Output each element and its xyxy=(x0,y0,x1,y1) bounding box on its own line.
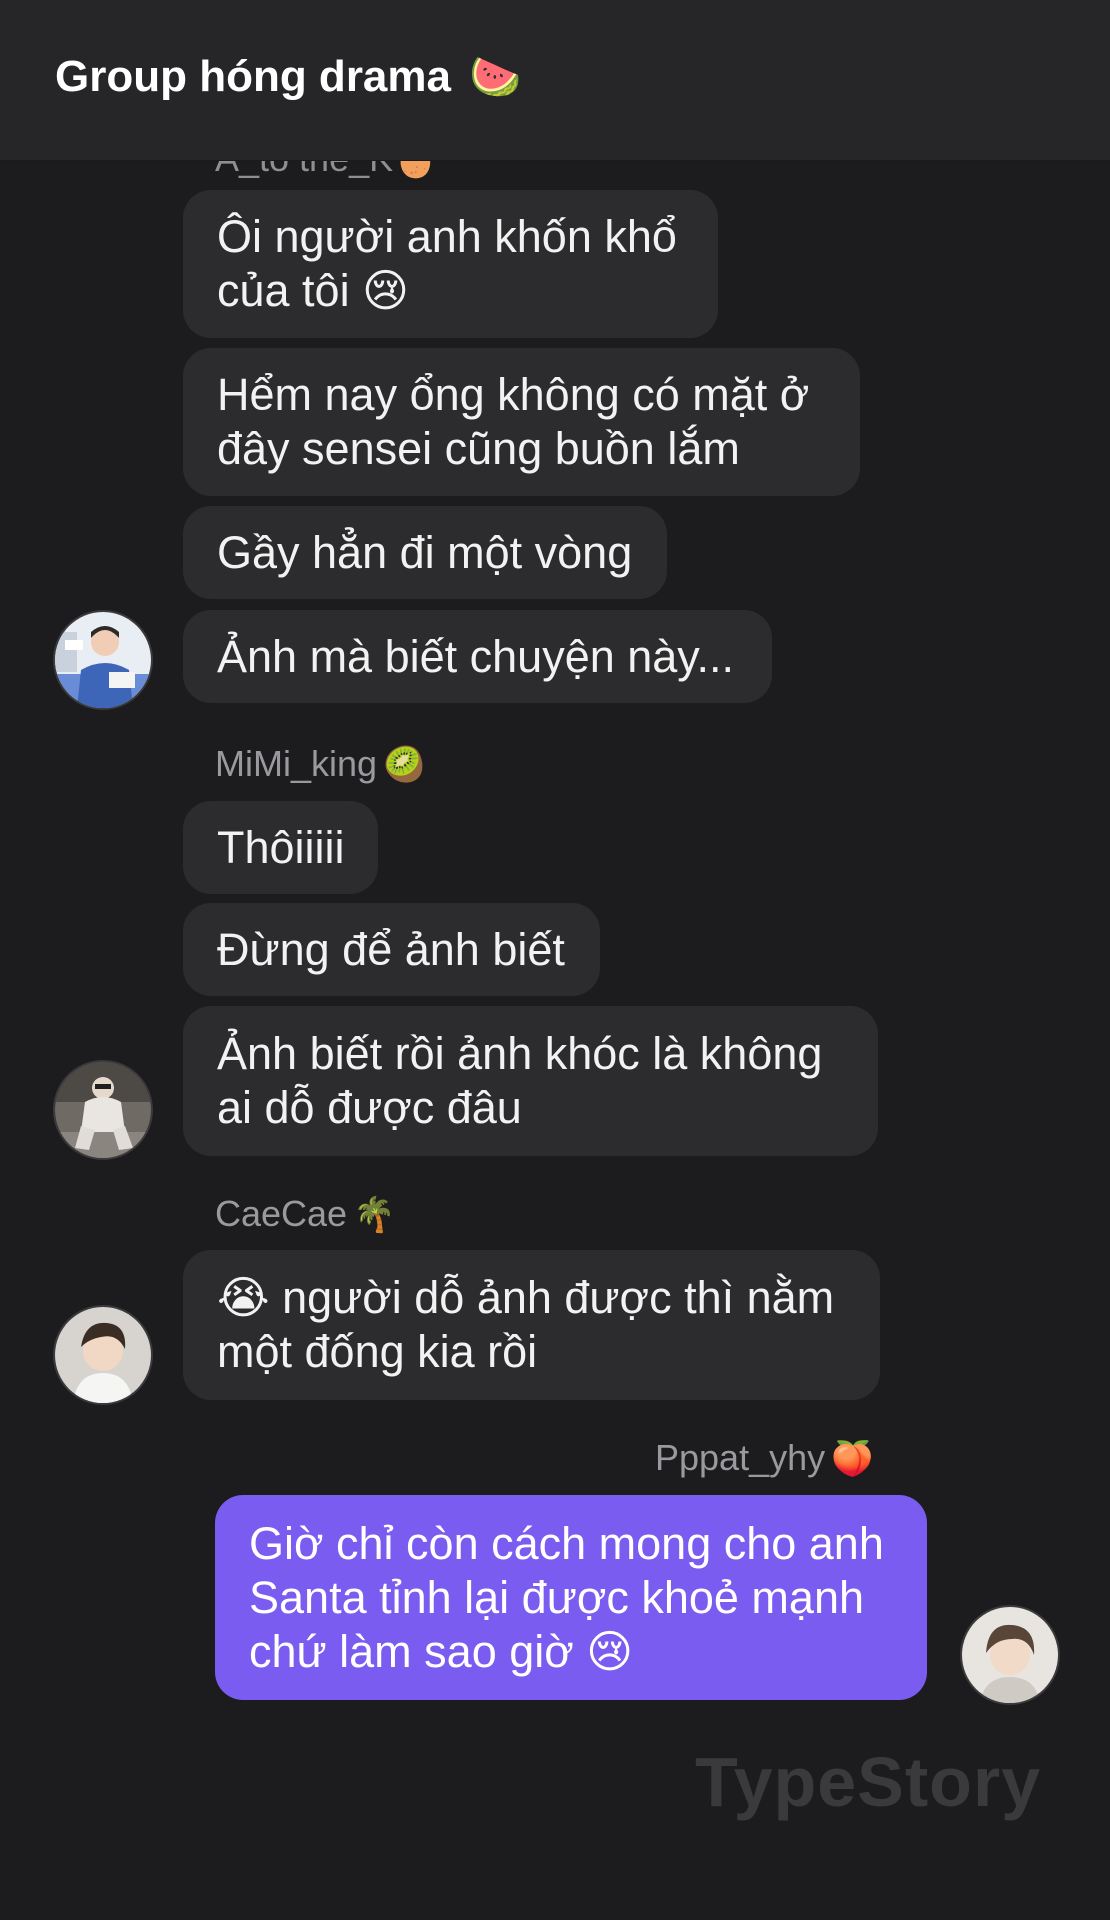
chat-title[interactable]: Group hóng drama 🍉 xyxy=(55,52,522,102)
kiwi-icon: 🥝 xyxy=(383,746,426,784)
my-message-bubble[interactable]: Giờ chỉ còn cách mong cho anh Santa tỉnh… xyxy=(215,1495,927,1700)
sender-name: CaeCae 🌴 xyxy=(215,1193,396,1234)
chat-header: Group hóng drama 🍉 xyxy=(0,0,1110,161)
peach-icon: 🍑 xyxy=(831,1440,874,1478)
watermark-logo: TypeStory xyxy=(695,1743,1042,1821)
message-bubble[interactable]: Thôiiiii xyxy=(183,801,378,894)
message-bubble[interactable]: Gầy hẳn đi một vòng xyxy=(183,506,667,599)
message-bubble[interactable]: Hểm nay ổng không có mặt ở đây sensei cũ… xyxy=(183,348,860,496)
message-bubble[interactable]: Ôi người anh khốn khổ của tôi 😢 xyxy=(183,190,718,338)
sender-name: Pppat_yhy 🍑 xyxy=(655,1437,874,1478)
avatar[interactable] xyxy=(53,610,153,710)
message-bubble[interactable]: 😭 người dỗ ảnh được thì nằm một đống kia… xyxy=(183,1250,880,1400)
avatar[interactable] xyxy=(53,1305,153,1405)
group-name: Group hóng drama xyxy=(55,52,451,101)
message-bubble[interactable]: Đừng để ảnh biết xyxy=(183,903,600,996)
palm-tree-icon: 🌴 xyxy=(353,1196,396,1234)
message-bubble[interactable]: Ảnh mà biết chuyện này... xyxy=(183,610,772,703)
avatar[interactable] xyxy=(53,1060,153,1160)
my-avatar[interactable] xyxy=(960,1605,1060,1705)
watermelon-icon: 🍉 xyxy=(469,53,522,100)
message-bubble[interactable]: Ảnh biết rồi ảnh khóc là không ai dỗ đượ… xyxy=(183,1006,878,1156)
sender-name: MiMi_king 🥝 xyxy=(215,743,426,784)
